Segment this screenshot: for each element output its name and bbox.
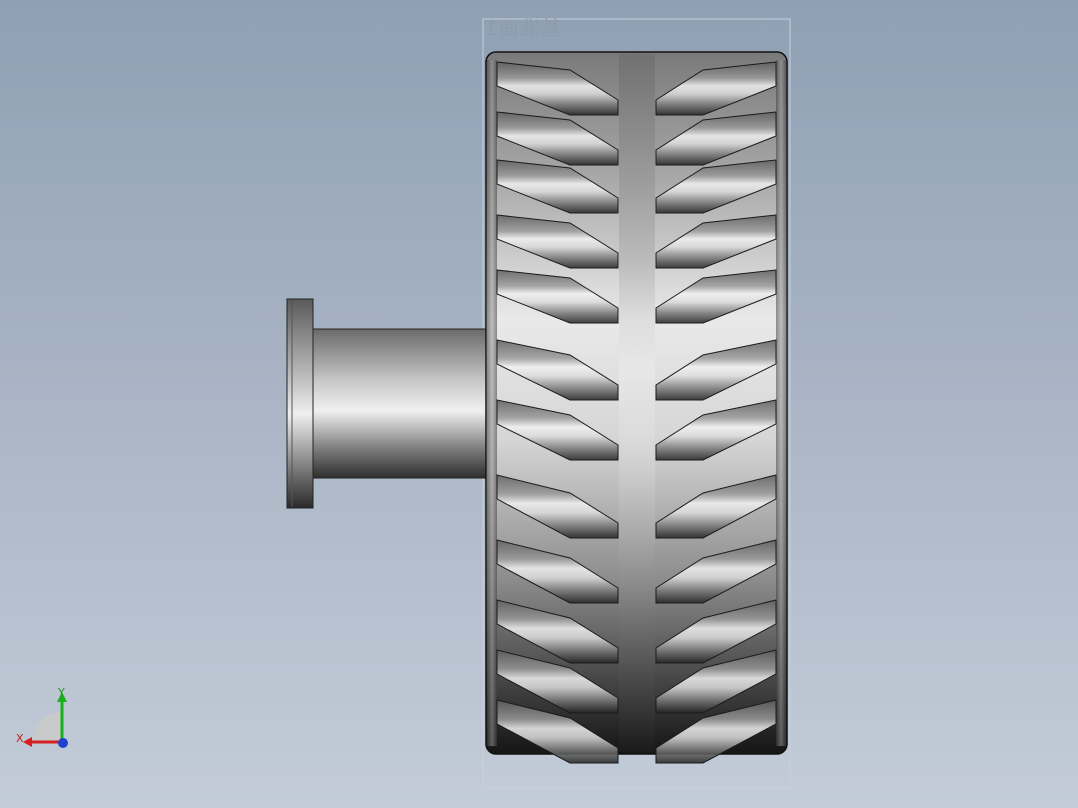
- graphics-viewport[interactable]: 基准面1 X Y: [0, 0, 1078, 808]
- model-canvas[interactable]: [0, 0, 1078, 808]
- reference-plane-label[interactable]: 基准面1: [484, 14, 788, 42]
- tire[interactable]: [485, 51, 788, 764]
- orientation-triad: [23, 692, 68, 748]
- z-axis-dot: [58, 738, 68, 748]
- tire-sidewall-right: [776, 60, 786, 746]
- triad-y-label: Y: [58, 686, 65, 699]
- x-axis-arrowhead: [23, 737, 32, 747]
- axle-flange[interactable]: [286, 298, 314, 509]
- triad-quadrant: [32, 712, 62, 742]
- center-groove: [619, 54, 655, 752]
- axle-shaft[interactable]: [312, 328, 490, 479]
- tire-sidewall-left: [487, 60, 497, 746]
- triad-x-label: X: [16, 732, 24, 745]
